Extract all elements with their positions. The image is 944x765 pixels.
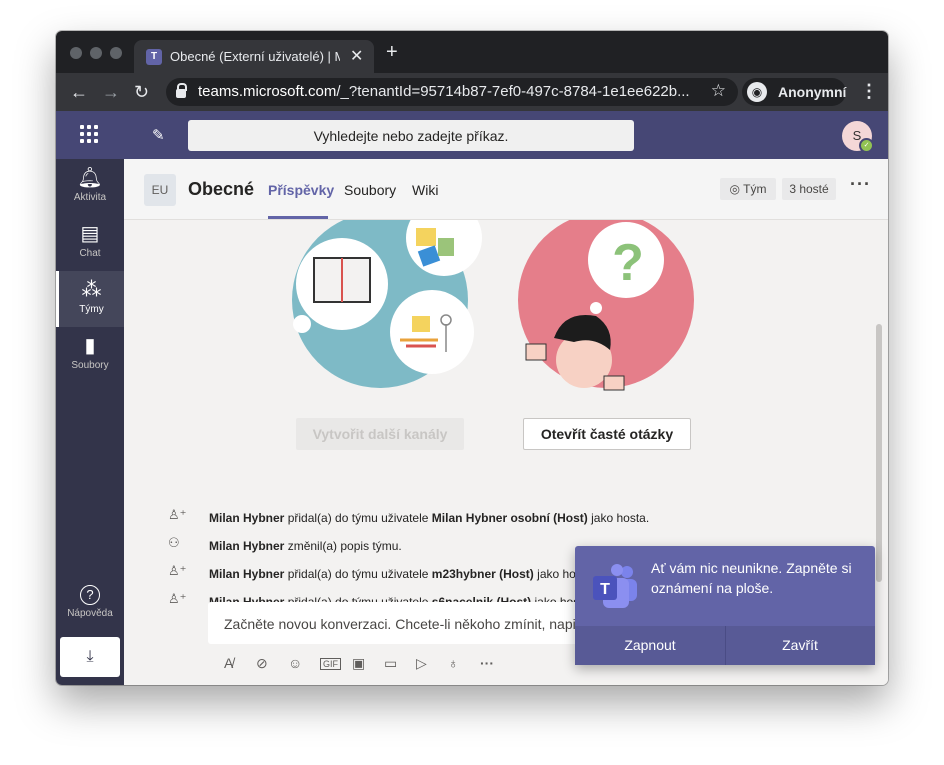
rail-item-activity[interactable]: 🔔︎ Aktivita — [56, 159, 124, 215]
teams-logo-icon: T — [593, 564, 637, 608]
team-button[interactable]: ◎ Tým — [720, 178, 776, 200]
notification-toast: T Ať vám nic neunikne. Zapněte si oznáme… — [575, 546, 875, 665]
incognito-badge[interactable]: ◉ Anonymní — [742, 78, 846, 106]
maximize-window-dot[interactable] — [110, 47, 122, 59]
toast-message: Ať vám nic neunikne. Zapněte si oznámení… — [651, 560, 852, 596]
rail-label: Soubory — [71, 360, 109, 371]
more-tools-icon[interactable]: ··· — [480, 655, 494, 671]
tab-bar: T Obecné (Externí uživatelé) | Mi ✕ + — [56, 31, 888, 73]
praise-icon[interactable]: ♁ — [448, 655, 459, 671]
app-launcher-icon[interactable] — [80, 125, 100, 145]
rail-label: Nápověda — [67, 608, 113, 619]
meet-now-icon[interactable]: ▭ — [384, 655, 397, 672]
format-icon[interactable]: A̸ — [224, 655, 233, 671]
active-tab-indicator — [268, 216, 328, 219]
svg-text:?: ? — [612, 234, 644, 292]
gif-icon[interactable]: GIF — [320, 658, 341, 670]
file-icon: ▮ — [84, 335, 96, 357]
chat-icon: ▤ — [80, 223, 100, 245]
reload-icon[interactable]: ↻ — [134, 82, 149, 103]
browser-menu-icon[interactable]: ⋮ — [860, 81, 878, 102]
new-tab-button[interactable]: + — [386, 42, 398, 62]
bell-icon: 🔔︎ — [77, 167, 103, 189]
avatar[interactable]: S ✓ — [842, 121, 874, 153]
lock-icon — [176, 83, 187, 98]
presence-available-icon: ✓ — [859, 138, 874, 153]
rail-item-help[interactable]: ? Nápověda — [56, 577, 124, 633]
browser-window: T Obecné (Externí uživatelé) | Mi ✕ + ← … — [56, 31, 888, 685]
download-app-button[interactable]: ⤓ — [60, 637, 120, 677]
close-window-dot[interactable] — [70, 47, 82, 59]
rail-label: Týmy — [79, 304, 104, 315]
bookmark-star-icon[interactable]: ☆ — [711, 81, 726, 101]
channel-title: Obecné — [188, 179, 255, 199]
sticker-icon[interactable]: ▣ — [352, 655, 365, 672]
rail-label: Chat — [79, 248, 101, 259]
tab-close-icon[interactable]: ✕ — [350, 46, 363, 66]
team-icon: ⚇ — [168, 535, 180, 550]
add-user-icon: ♙⁺ — [168, 563, 187, 578]
download-icon: ⤓ — [86, 648, 94, 665]
svg-text:T: T — [600, 581, 610, 598]
tab-posts[interactable]: Příspěvky — [268, 182, 334, 198]
compose-placeholder: Začněte novou konverzaci. Chcete-li něko… — [224, 616, 613, 632]
enable-notifications-button[interactable]: Zapnout — [575, 626, 725, 665]
new-chat-icon[interactable]: ✎ — [152, 126, 165, 144]
close-toast-button[interactable]: Zavřít — [725, 626, 875, 665]
toast-actions: Zapnout Zavřít — [575, 626, 875, 665]
app-rail: 🔔︎ Aktivita ▤ Chat ⁂ Týmy ▮ Soubory ? Ná… — [56, 159, 124, 685]
teams-icon: ⁂ — [81, 279, 102, 301]
guests-button[interactable]: 3 hosté — [782, 178, 836, 200]
rail-label: Aktivita — [73, 192, 107, 203]
url-field[interactable]: teams.microsoft.com/_?tenantId=95714b87-… — [166, 78, 738, 106]
search-input[interactable]: Vyhledejte nebo zadejte příkaz. — [188, 120, 634, 151]
search-placeholder: Vyhledejte nebo zadejte příkaz. — [313, 128, 509, 144]
browser-tab[interactable]: T Obecné (Externí uživatelé) | Mi ✕ — [134, 40, 374, 73]
incognito-icon: ◉ — [747, 82, 767, 102]
minimize-window-dot[interactable] — [90, 47, 102, 59]
eye-icon: ◎ — [729, 182, 741, 196]
rail-item-chat[interactable]: ▤ Chat — [56, 215, 124, 271]
channel-header: EU Obecné Příspěvky Soubory Wiki ◎ Tým 3… — [124, 159, 888, 220]
url-text: teams.microsoft.com/_?tenantId=95714b87-… — [198, 83, 690, 100]
teams-header: ✎ Vyhledejte nebo zadejte příkaz. S ✓ — [56, 111, 888, 159]
welcome-illustration: ? — [292, 220, 694, 391]
attach-icon[interactable]: ⊘ — [256, 655, 268, 672]
help-icon: ? — [80, 585, 100, 605]
emoji-icon[interactable]: ☺ — [288, 655, 302, 671]
scrollbar[interactable] — [876, 324, 882, 582]
add-user-icon: ♙⁺ — [168, 591, 187, 606]
send-icon[interactable]: ▷ — [416, 655, 427, 672]
activity-item: ♙⁺ Milan Hybner přidal(a) do týmu uživat… — [168, 507, 650, 525]
team-button-label: Tým — [743, 182, 767, 196]
tab-files[interactable]: Soubory — [344, 182, 396, 198]
open-faq-button[interactable]: Otevřít časté otázky — [523, 418, 691, 450]
tab-title: Obecné (Externí uživatelé) | Mi — [170, 49, 340, 64]
address-bar: ← → ↻ teams.microsoft.com/_?tenantId=957… — [56, 73, 888, 111]
incognito-label: Anonymní — [778, 84, 847, 100]
forward-icon[interactable]: → — [102, 82, 120, 103]
add-user-icon: ♙⁺ — [168, 507, 187, 522]
teams-favicon-icon: T — [146, 49, 162, 65]
create-channels-button[interactable]: Vytvořit další kanály — [296, 418, 464, 450]
rail-item-files[interactable]: ▮ Soubory — [56, 327, 124, 383]
tab-wiki[interactable]: Wiki — [412, 182, 438, 198]
rail-item-teams[interactable]: ⁂ Týmy — [56, 271, 124, 327]
back-icon[interactable]: ← — [70, 82, 88, 103]
team-badge: EU — [144, 174, 176, 206]
compose-input[interactable]: Začněte novou konverzaci. Chcete-li něko… — [208, 602, 628, 644]
more-options-icon[interactable]: ··· — [850, 174, 871, 195]
